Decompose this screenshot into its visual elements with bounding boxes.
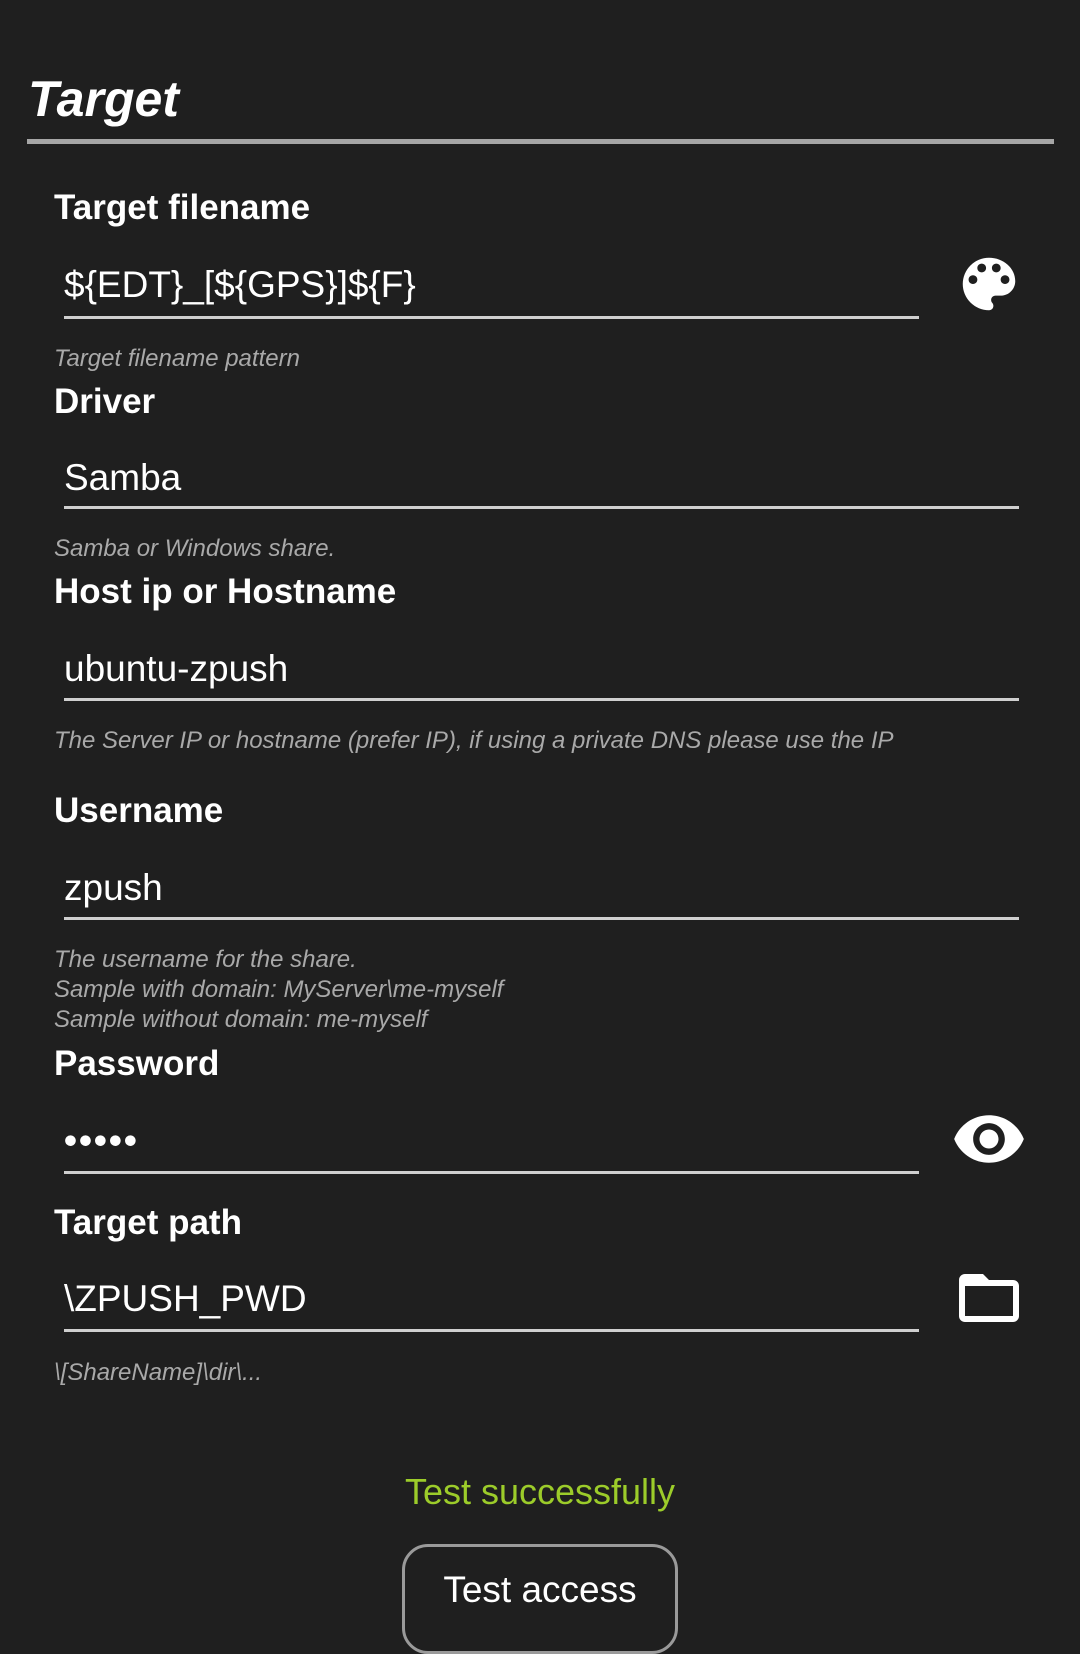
username-hint-line-2: Sample with domain: MyServer\me-myself xyxy=(54,976,504,1003)
target-path-input[interactable]: \ZPUSH_PWD xyxy=(64,1280,307,1317)
folder-icon xyxy=(959,1274,1019,1322)
target-filename-input[interactable]: ${EDT}_[${GPS}]${F} xyxy=(64,266,416,303)
username-underline xyxy=(64,917,1019,920)
eye-icon xyxy=(954,1115,1024,1163)
username-input[interactable]: zpush xyxy=(64,869,163,906)
driver-underline xyxy=(64,506,1019,509)
target-path-underline xyxy=(64,1329,919,1332)
test-access-button[interactable]: Test access xyxy=(402,1544,678,1654)
test-status-text: Test successfully xyxy=(404,1471,676,1512)
target-path-hint: \[ShareName]\dir\... xyxy=(54,1359,263,1386)
host-input[interactable]: ubuntu-zpush xyxy=(64,650,288,687)
password-input[interactable]: ••••• xyxy=(64,1122,139,1159)
host-label: Host ip or Hostname xyxy=(54,572,397,611)
toggle-password-visibility-button[interactable] xyxy=(949,1099,1029,1179)
section-divider xyxy=(27,139,1054,144)
username-hint-line-3: Sample without domain: me-myself xyxy=(54,1006,428,1033)
driver-select[interactable]: Samba xyxy=(64,459,181,496)
target-filename-label: Target filename xyxy=(54,188,311,227)
username-label: Username xyxy=(54,791,224,830)
username-hint-line-1: The username for the share. xyxy=(54,946,357,973)
password-underline xyxy=(64,1171,919,1174)
palette-button[interactable] xyxy=(949,244,1029,324)
target-filename-underline xyxy=(64,316,919,319)
test-access-label: Test access xyxy=(443,1569,637,1610)
target-path-label: Target path xyxy=(54,1203,242,1242)
target-filename-hint: Target filename pattern xyxy=(54,345,300,372)
section-title: Target xyxy=(28,71,179,127)
host-hint: The Server IP or hostname (prefer IP), i… xyxy=(54,727,894,754)
host-underline xyxy=(64,698,1019,701)
password-label: Password xyxy=(54,1044,220,1083)
driver-hint: Samba or Windows share. xyxy=(54,535,336,562)
palette-icon xyxy=(962,257,1016,311)
browse-folder-button[interactable] xyxy=(949,1258,1029,1338)
driver-label: Driver xyxy=(54,382,156,421)
